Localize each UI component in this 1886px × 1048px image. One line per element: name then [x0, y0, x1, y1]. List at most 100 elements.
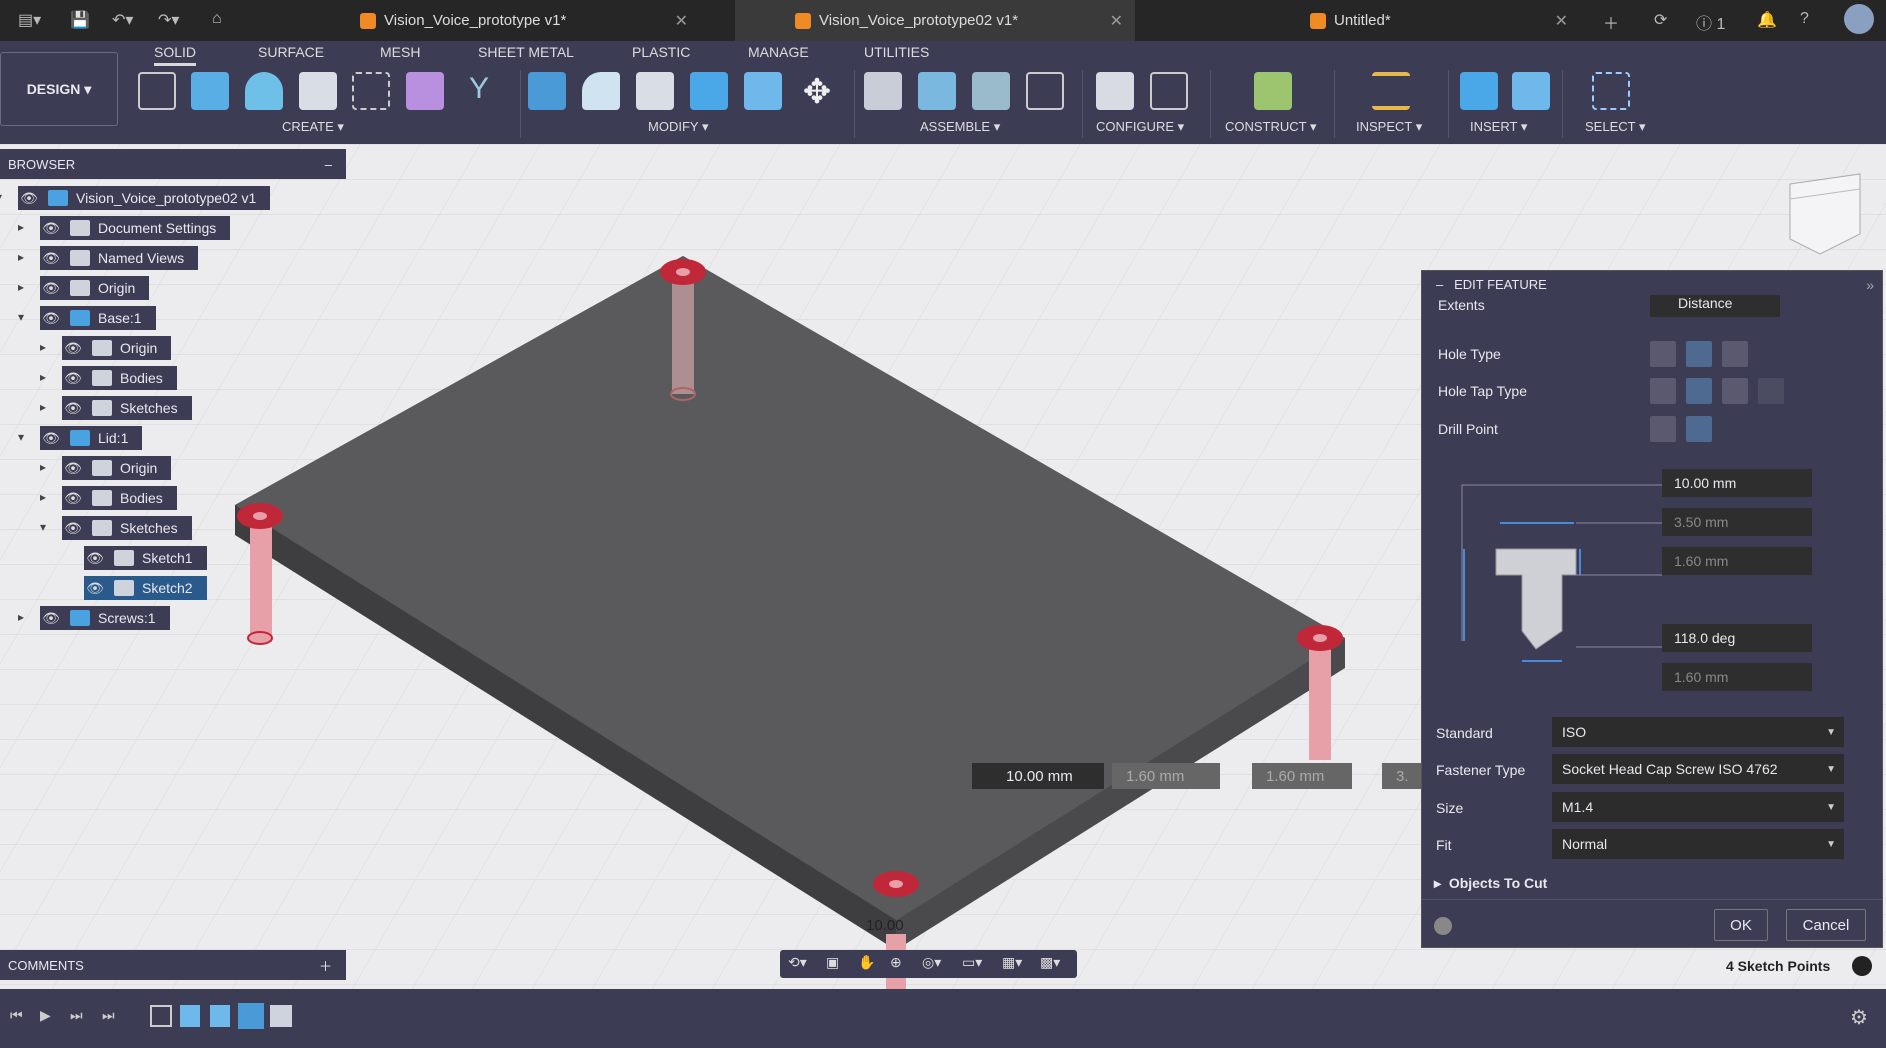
bell-icon[interactable]: 🔔 — [1757, 10, 1777, 30]
expand-toggle[interactable]: ▸ — [18, 250, 24, 264]
move-icon[interactable]: ✥ — [798, 72, 836, 111]
press-pull-icon[interactable] — [528, 72, 566, 110]
expand-toggle[interactable]: ▸ — [18, 610, 24, 624]
expand-toggle[interactable]: ▾ — [40, 520, 46, 534]
timeline-sketch-icon[interactable] — [150, 1005, 172, 1027]
browser-item[interactable]: 👁 Document Settings — [40, 216, 231, 240]
extra-dim-input[interactable]: 3. — [1382, 763, 1422, 789]
hole-icon[interactable] — [299, 72, 337, 110]
diameter-input[interactable]: 1.60 mm — [1112, 763, 1220, 789]
timeline-sketch-active-icon[interactable] — [238, 1003, 264, 1029]
modify-menu[interactable]: MODIFY ▾ — [648, 119, 708, 135]
avatar[interactable] — [1844, 4, 1874, 34]
tab-manage[interactable]: MANAGE — [748, 44, 809, 60]
zoom-icon[interactable]: ⊕ — [890, 954, 902, 971]
expand-toggle[interactable]: ▸ — [40, 370, 46, 384]
end-icon[interactable]: ⏭ — [102, 1007, 115, 1024]
browser-item[interactable]: 👁 Screws:1 — [40, 606, 170, 630]
visibility-icon[interactable]: 👁 — [40, 310, 62, 327]
expand-toggle[interactable]: ▸ — [40, 460, 46, 474]
browser-item[interactable]: 👁 Sketches — [62, 516, 192, 540]
expand-toggle[interactable]: ▸ — [40, 340, 46, 354]
ok-button[interactable]: OK — [1714, 909, 1768, 941]
visibility-icon[interactable]: 👁 — [84, 550, 106, 567]
notifications-icon[interactable]: ⓘ 1 — [1696, 10, 1725, 34]
drill-point-angle-field[interactable]: 118.0 deg — [1662, 624, 1812, 652]
expand-toggle[interactable]: ▾ — [18, 310, 24, 324]
insert-menu[interactable]: INSERT ▾ — [1470, 119, 1527, 135]
visibility-icon[interactable]: 👁 — [62, 460, 84, 477]
redo-icon[interactable]: ↷▾ — [158, 10, 179, 30]
visibility-icon[interactable]: 👁 — [62, 340, 84, 357]
browser-item[interactable]: 👁 Origin — [62, 336, 172, 360]
expand-toggle[interactable]: ▾ — [0, 190, 2, 204]
objects-to-cut-section[interactable]: ▸ Objects To Cut — [1434, 875, 1547, 892]
cancel-button[interactable]: Cancel — [1786, 909, 1866, 941]
collapse-icon[interactable]: – — [325, 157, 332, 172]
browser-item[interactable]: 👁 Base:1 — [40, 306, 156, 330]
clearance-tap-button[interactable] — [1686, 378, 1712, 404]
grid-settings-icon[interactable]: ▦▾ — [1002, 954, 1022, 971]
configuration-table-icon[interactable] — [1150, 72, 1188, 110]
insert-derive-icon[interactable] — [1460, 72, 1498, 110]
browser-item[interactable]: 👁 Lid:1 — [40, 426, 143, 450]
close-icon[interactable]: ✕ — [675, 11, 688, 31]
hole-diameter-field[interactable]: 1.60 mm — [1662, 663, 1812, 691]
tab-solid[interactable]: SOLID — [154, 44, 197, 66]
browser-item[interactable]: 👁 Named Views — [40, 246, 199, 270]
expand-icon[interactable]: » — [1866, 277, 1874, 293]
inspect-menu[interactable]: INSPECT ▾ — [1356, 119, 1422, 135]
taper-tapped-button[interactable] — [1758, 378, 1784, 404]
tab-mesh[interactable]: MESH — [380, 44, 420, 60]
simple-tap-button[interactable] — [1650, 378, 1676, 404]
pattern-icon[interactable] — [352, 72, 390, 110]
visibility-icon[interactable]: 👁 — [40, 430, 62, 447]
depth-field[interactable]: 10.00 mm — [1662, 469, 1812, 497]
visibility-icon[interactable]: 👁 — [62, 400, 84, 417]
undo-icon[interactable]: ↶▾ — [112, 10, 133, 30]
tab-surface[interactable]: SURFACE — [258, 44, 324, 60]
combine-icon[interactable] — [690, 72, 728, 110]
browser-item[interactable]: 👁 Origin — [62, 456, 172, 480]
settings-icon[interactable]: ⚙ — [1850, 1005, 1868, 1030]
doc-tab-1[interactable]: Vision_Voice_prototype v1* ✕ — [300, 0, 700, 41]
offset-face-icon[interactable] — [744, 72, 782, 110]
counterbore-depth-field[interactable]: 1.60 mm — [1662, 547, 1812, 575]
info-icon[interactable] — [1434, 917, 1452, 935]
browser-item[interactable]: 👁 Sketch2 — [84, 576, 207, 600]
fit-select[interactable]: Normal ▼ — [1552, 829, 1844, 859]
play-icon[interactable]: ▶ — [40, 1007, 51, 1024]
tapped-button[interactable] — [1722, 378, 1748, 404]
select-menu[interactable]: SELECT ▾ — [1585, 119, 1645, 135]
visibility-icon[interactable]: 👁 — [40, 220, 62, 237]
workspace-switcher[interactable]: DESIGN ▾ — [0, 52, 118, 126]
depth-input[interactable]: 10.00 mm — [972, 763, 1104, 789]
display-toggle-icon[interactable] — [1852, 956, 1872, 976]
visibility-icon[interactable]: 👁 — [40, 610, 62, 627]
insert-image-icon[interactable] — [1512, 72, 1550, 110]
visibility-icon[interactable]: 👁 — [18, 190, 40, 207]
tab-utilities[interactable]: UTILITIES — [864, 44, 929, 60]
simple-hole-button[interactable] — [1650, 341, 1676, 367]
expand-toggle[interactable]: ▸ — [40, 400, 46, 414]
visibility-icon[interactable]: 👁 — [62, 520, 84, 537]
comments-panel[interactable]: COMMENTS ＋ — [0, 950, 346, 980]
close-icon[interactable]: ✕ — [1110, 11, 1123, 31]
save-icon[interactable]: 💾 — [70, 10, 90, 30]
as-built-joint-icon[interactable] — [972, 72, 1010, 110]
job-status-icon[interactable]: ⟳ — [1654, 10, 1667, 30]
timeline-extrude-icon[interactable] — [180, 1005, 200, 1027]
shell-icon[interactable] — [636, 72, 674, 110]
expand-toggle[interactable]: ▾ — [18, 430, 24, 444]
timeline-hole-icon[interactable] — [270, 1005, 292, 1027]
configure-menu[interactable]: CONFIGURE ▾ — [1096, 119, 1184, 135]
expand-toggle[interactable]: ▸ — [40, 490, 46, 504]
counterbore-diameter-field[interactable]: 3.50 mm — [1662, 508, 1812, 536]
fillet-icon[interactable] — [582, 72, 620, 110]
doc-tab-2[interactable]: Vision_Voice_prototype02 v1* ✕ — [735, 0, 1135, 41]
flat-drill-point-button[interactable] — [1650, 416, 1676, 442]
size-select[interactable]: M1.4 ▼ — [1552, 792, 1844, 822]
create-form-icon[interactable] — [406, 72, 444, 110]
browser-item[interactable]: 👁 Bodies — [62, 486, 177, 510]
countersink-hole-button[interactable] — [1722, 341, 1748, 367]
